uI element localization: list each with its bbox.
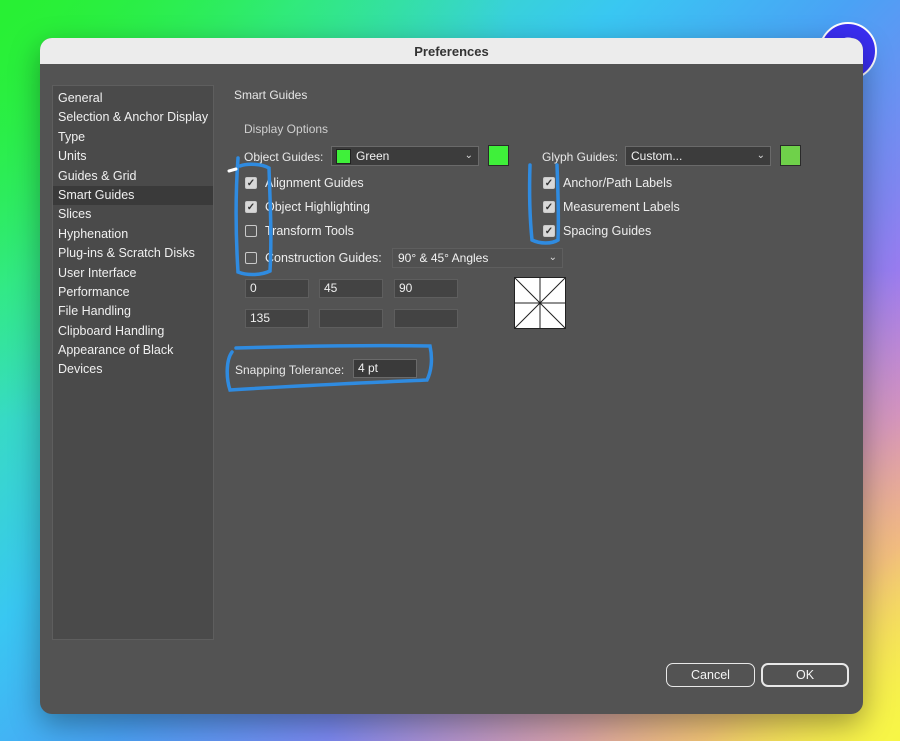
spacing-guides-label: Spacing Guides: [563, 224, 652, 238]
window-title: Preferences: [40, 38, 863, 64]
alignment-guides-option[interactable]: ✓ Alignment Guides: [245, 176, 364, 190]
angle-preview-icon: [514, 277, 566, 329]
glyph-guides-color-swatch[interactable]: [780, 145, 801, 166]
sidebar-item-smart-guides[interactable]: Smart Guides: [53, 185, 213, 206]
object-guides-select[interactable]: Green ⌄: [331, 146, 479, 166]
construction-guides-label: Construction Guides:: [265, 251, 382, 265]
measurement-labels-option[interactable]: ✓ Measurement Labels: [543, 200, 680, 214]
object-guides-label: Object Guides:: [244, 150, 324, 164]
spacing-guides-checkbox[interactable]: ✓: [543, 225, 555, 237]
glyph-guides-value: Custom...: [631, 149, 683, 163]
sidebar-item-devices[interactable]: Devices: [53, 360, 213, 379]
preferences-sidebar: General Selection & Anchor Display Type …: [52, 85, 214, 640]
construction-guides-value: 90° & 45° Angles: [398, 251, 489, 265]
sidebar-item-user-interface[interactable]: User Interface: [53, 264, 213, 283]
sidebar-item-file-handling[interactable]: File Handling: [53, 302, 213, 321]
angle-input-4[interactable]: 135: [245, 309, 309, 328]
anchor-path-labels-checkbox[interactable]: ✓: [543, 177, 555, 189]
sidebar-item-clipboard-handling[interactable]: Clipboard Handling: [53, 322, 213, 341]
angle-input-1[interactable]: 0: [245, 279, 309, 298]
glyph-guides-label: Glyph Guides:: [542, 150, 619, 164]
chevron-down-icon: ⌄: [756, 150, 765, 161]
angle-input-3[interactable]: 90: [394, 279, 458, 298]
construction-guides-select[interactable]: 90° & 45° Angles ⌄: [392, 248, 563, 268]
anchor-path-labels-label: Anchor/Path Labels: [563, 176, 673, 190]
angle-input-5[interactable]: [319, 309, 383, 328]
sidebar-item-general[interactable]: General: [53, 89, 213, 108]
construction-guides-checkbox[interactable]: [245, 252, 257, 264]
angle-input-6[interactable]: [394, 309, 458, 328]
anchor-path-labels-option[interactable]: ✓ Anchor/Path Labels: [543, 176, 672, 190]
spacing-guides-option[interactable]: ✓ Spacing Guides: [543, 224, 651, 238]
angle-input-2[interactable]: 45: [319, 279, 383, 298]
object-guides-color-swatch[interactable]: [488, 145, 509, 166]
sidebar-item-type[interactable]: Type: [53, 128, 213, 147]
sidebar-item-hyphenation[interactable]: Hyphenation: [53, 225, 213, 244]
object-guides-value: Green: [356, 149, 390, 163]
sidebar-item-selection-anchor-display[interactable]: Selection & Anchor Display: [53, 108, 213, 127]
sidebar-item-slices[interactable]: Slices: [53, 205, 213, 224]
ok-button[interactable]: OK: [761, 663, 849, 687]
panel-title: Smart Guides: [234, 88, 308, 102]
snapping-tolerance-label: Snapping Tolerance:: [235, 363, 345, 377]
cancel-button[interactable]: Cancel: [666, 663, 755, 687]
object-highlighting-checkbox[interactable]: ✓: [245, 201, 257, 213]
sidebar-item-plugins-scratch-disks[interactable]: Plug-ins & Scratch Disks: [53, 244, 213, 263]
sidebar-item-units[interactable]: Units: [53, 147, 213, 166]
glyph-guides-select[interactable]: Custom... ⌄: [625, 146, 771, 166]
chevron-down-icon: ⌄: [464, 150, 473, 161]
display-options-title: Display Options: [244, 122, 329, 136]
sidebar-item-performance[interactable]: Performance: [53, 283, 213, 302]
preferences-window: Preferences General Selection & Anchor D…: [40, 38, 863, 714]
object-guides-color-chip: [336, 148, 351, 164]
sidebar-item-appearance-of-black[interactable]: Appearance of Black: [53, 341, 213, 360]
transform-tools-label: Transform Tools: [265, 224, 354, 238]
chevron-down-icon: ⌄: [548, 252, 557, 263]
alignment-guides-label: Alignment Guides: [265, 176, 364, 190]
transform-tools-option[interactable]: Transform Tools: [245, 224, 354, 238]
object-highlighting-label: Object Highlighting: [265, 200, 370, 214]
construction-guides-option[interactable]: Construction Guides:: [245, 251, 382, 265]
alignment-guides-checkbox[interactable]: ✓: [245, 177, 257, 189]
sidebar-item-guides-grid[interactable]: Guides & Grid: [53, 167, 213, 186]
snapping-tolerance-input[interactable]: 4 pt: [353, 359, 417, 378]
measurement-labels-label: Measurement Labels: [563, 200, 680, 214]
object-highlighting-option[interactable]: ✓ Object Highlighting: [245, 200, 370, 214]
measurement-labels-checkbox[interactable]: ✓: [543, 201, 555, 213]
transform-tools-checkbox[interactable]: [245, 225, 257, 237]
